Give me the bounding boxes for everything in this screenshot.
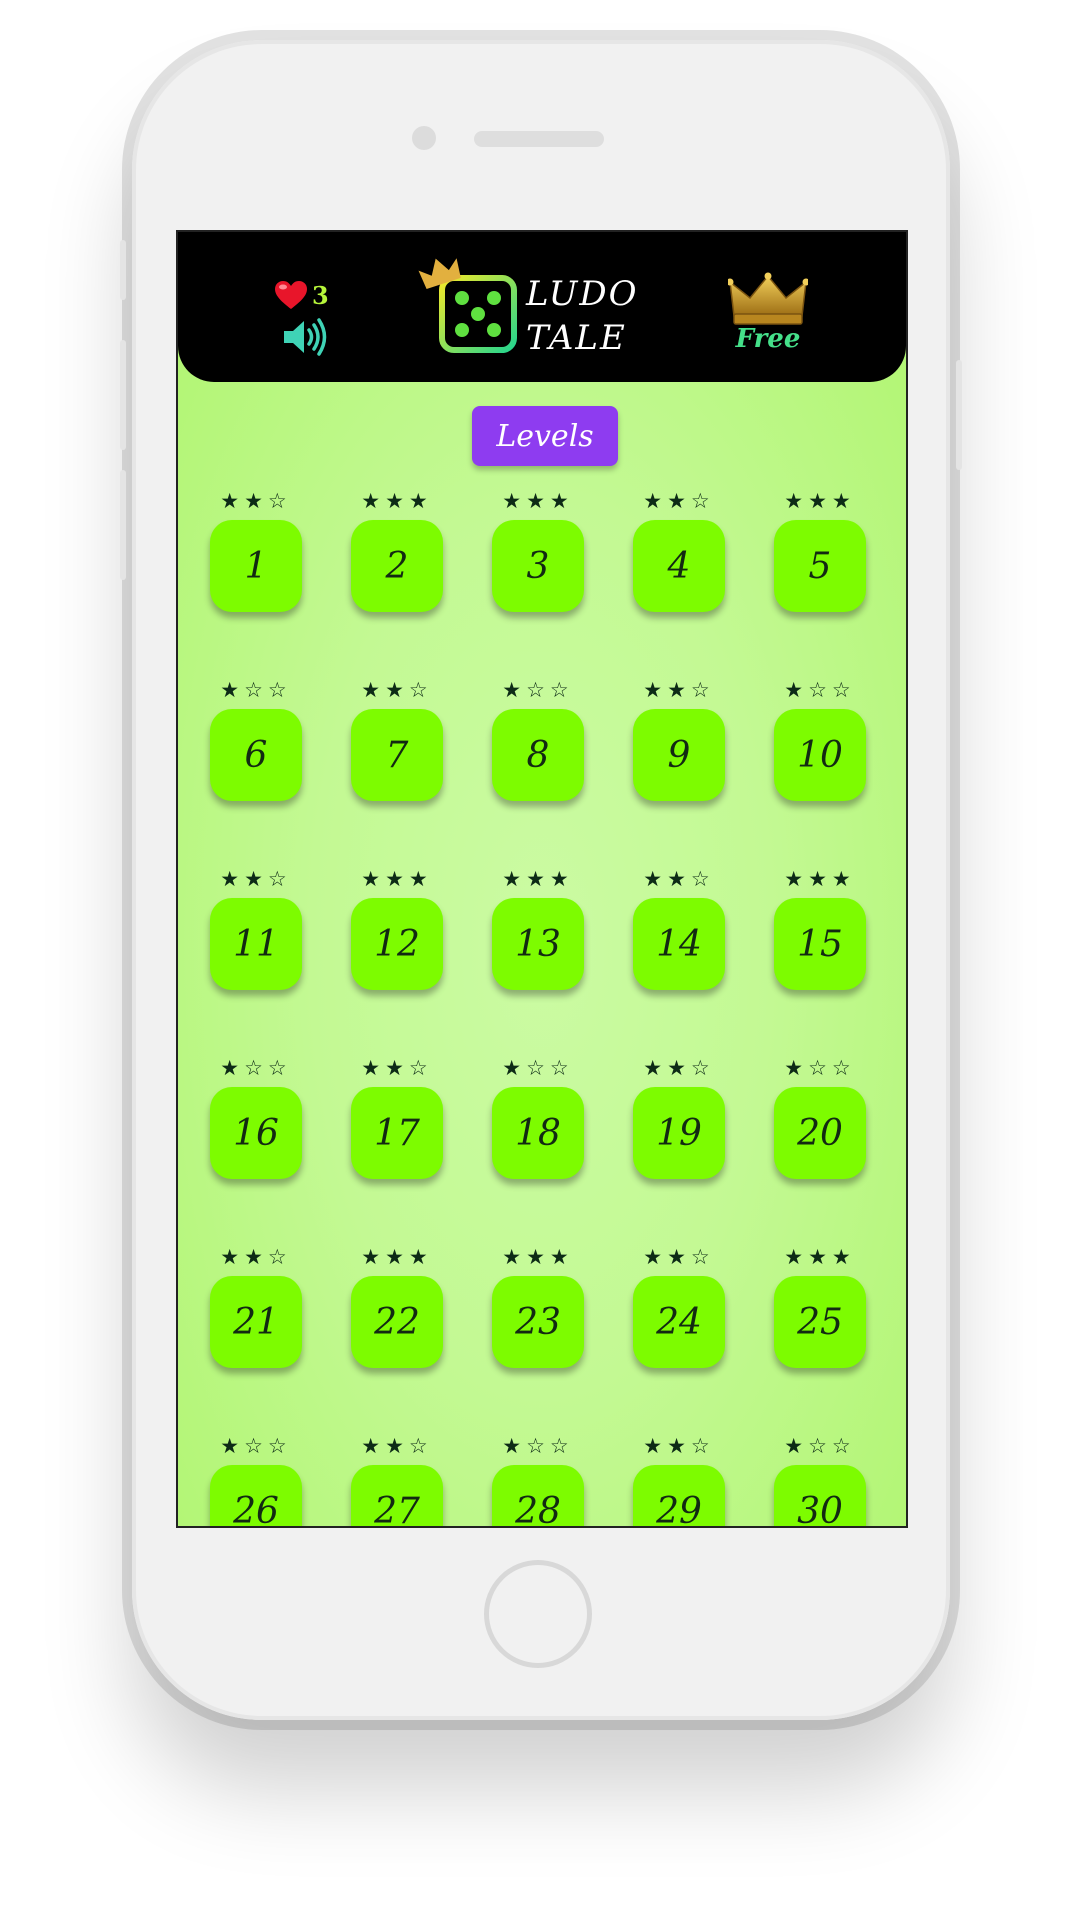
level-button-11[interactable]: 11 <box>210 898 302 990</box>
level-stars: ★☆☆ <box>502 678 574 702</box>
level-button-3[interactable]: 3 <box>492 520 584 612</box>
level-button-5[interactable]: 5 <box>774 520 866 612</box>
level-button-22[interactable]: 22 <box>351 1276 443 1368</box>
earpiece-speaker <box>474 131 604 147</box>
level-stars: ★☆☆ <box>220 1056 292 1080</box>
level-button-17[interactable]: 17 <box>351 1087 443 1179</box>
level-button-12[interactable]: 12 <box>351 898 443 990</box>
level-stars: ★★★ <box>361 867 433 891</box>
level-stars: ★★★ <box>502 867 574 891</box>
level-stars: ★☆☆ <box>784 1056 856 1080</box>
home-button[interactable] <box>484 1560 592 1668</box>
level-stars: ★☆☆ <box>220 1434 292 1458</box>
level-button-26[interactable]: 26 <box>210 1465 302 1526</box>
level-stars: ★☆☆ <box>220 678 292 702</box>
level-stars: ★★☆ <box>361 1434 433 1458</box>
level-button-4[interactable]: 4 <box>633 520 725 612</box>
level-stars: ★★★ <box>784 489 856 513</box>
level-button-25[interactable]: 25 <box>774 1276 866 1368</box>
volume-up-button <box>120 340 126 450</box>
level-stars: ★☆☆ <box>502 1056 574 1080</box>
level-button-18[interactable]: 18 <box>492 1087 584 1179</box>
level-stars: ★☆☆ <box>784 678 856 702</box>
level-stars: ★★☆ <box>643 1245 715 1269</box>
level-button-27[interactable]: 27 <box>351 1465 443 1526</box>
level-button-13[interactable]: 13 <box>492 898 584 990</box>
level-button-28[interactable]: 28 <box>492 1465 584 1526</box>
level-stars: ★★★ <box>361 1245 433 1269</box>
level-stars: ★★★ <box>784 867 856 891</box>
power-button <box>956 360 962 470</box>
level-stars: ★★☆ <box>361 678 433 702</box>
level-button-7[interactable]: 7 <box>351 709 443 801</box>
mute-switch <box>120 240 126 300</box>
level-button-8[interactable]: 8 <box>492 709 584 801</box>
level-button-10[interactable]: 10 <box>774 709 866 801</box>
level-button-23[interactable]: 23 <box>492 1276 584 1368</box>
level-stars: ★★☆ <box>643 489 715 513</box>
level-button-15[interactable]: 15 <box>774 898 866 990</box>
level-stars: ★★★ <box>502 489 574 513</box>
level-button-2[interactable]: 2 <box>351 520 443 612</box>
level-stars: ★★★ <box>784 1245 856 1269</box>
level-stars: ★★☆ <box>643 1056 715 1080</box>
front-camera <box>412 126 436 150</box>
app-screen: 3 LUDO TALE Free Levels ★★☆ 1 ★★★ 2 ★★★ … <box>176 230 908 1528</box>
level-button-30[interactable]: 30 <box>774 1465 866 1526</box>
level-button-19[interactable]: 19 <box>633 1087 725 1179</box>
level-button-20[interactable]: 20 <box>774 1087 866 1179</box>
level-stars: ★☆☆ <box>784 1434 856 1458</box>
level-grid: ★★☆ 1 ★★★ 2 ★★★ 3 ★★☆ 4 ★★★ 5 ★☆☆ 6 ★★☆ 7 ★☆☆ 8 ★★☆ 9 ★☆☆ 1… <box>178 232 906 1526</box>
level-stars: ★★☆ <box>220 867 292 891</box>
level-stars: ★★☆ <box>643 867 715 891</box>
level-stars: ★★★ <box>502 1245 574 1269</box>
level-stars: ★★☆ <box>220 489 292 513</box>
level-button-9[interactable]: 9 <box>633 709 725 801</box>
level-stars: ★★☆ <box>220 1245 292 1269</box>
level-button-16[interactable]: 16 <box>210 1087 302 1179</box>
level-button-1[interactable]: 1 <box>210 520 302 612</box>
level-stars: ★★☆ <box>361 1056 433 1080</box>
level-button-14[interactable]: 14 <box>633 898 725 990</box>
level-button-21[interactable]: 21 <box>210 1276 302 1368</box>
level-stars: ★☆☆ <box>502 1434 574 1458</box>
level-stars: ★★☆ <box>643 1434 715 1458</box>
level-button-29[interactable]: 29 <box>633 1465 725 1526</box>
level-button-6[interactable]: 6 <box>210 709 302 801</box>
level-button-24[interactable]: 24 <box>633 1276 725 1368</box>
volume-down-button <box>120 470 126 580</box>
level-stars: ★★☆ <box>643 678 715 702</box>
level-stars: ★★★ <box>361 489 433 513</box>
